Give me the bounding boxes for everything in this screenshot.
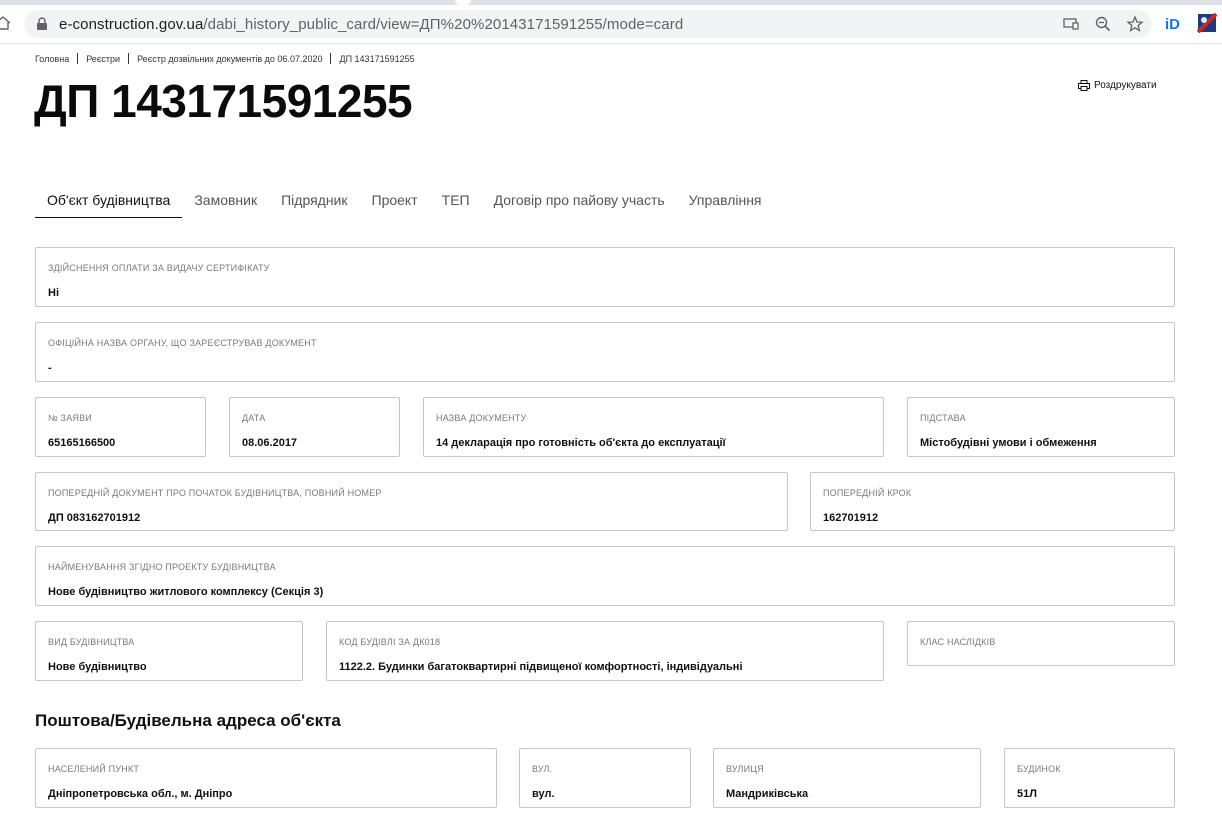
field-label: Населений пункт bbox=[48, 764, 140, 774]
field-label: Найменування згідно проекту будівництва bbox=[48, 562, 276, 572]
address-bar[interactable]: e-construction.gov.ua/dabi_history_publi… bbox=[24, 10, 1152, 38]
lock-icon[interactable] bbox=[36, 17, 48, 31]
tab-bar: Об'єкт будівництва Замовник Підрядник Пр… bbox=[35, 187, 774, 218]
breadcrumb-separator bbox=[77, 53, 79, 64]
home-icon[interactable] bbox=[0, 14, 12, 32]
field-document-name: Назва документу 14 декларація про готовн… bbox=[423, 397, 884, 457]
field-authority: Офіційна назва органу, що зареєстрував д… bbox=[35, 322, 1175, 382]
field-date: Дата 08.06.2017 bbox=[229, 397, 400, 457]
field-label: Підстава bbox=[920, 413, 966, 423]
cast-icon[interactable] bbox=[1062, 15, 1080, 33]
field-street-type: Вул. вул. bbox=[519, 748, 691, 808]
field-settlement: Населений пункт Дніпропетровська обл., м… bbox=[35, 748, 497, 808]
field-label: Попередній документ про початок будівниц… bbox=[48, 488, 382, 498]
field-value: Дніпропетровська обл., м. Дніпро bbox=[48, 788, 233, 800]
print-label: Роздрукувати bbox=[1094, 80, 1157, 91]
extension-id-icon[interactable]: iD bbox=[1165, 13, 1185, 33]
url-text[interactable]: e-construction.gov.ua/dabi_history_publi… bbox=[59, 16, 683, 33]
tab-share-agreement[interactable]: Договір про пайову участь bbox=[482, 187, 677, 218]
field-value: 162701912 bbox=[823, 512, 879, 524]
field-label: Код будівлі за ДК018 bbox=[339, 637, 441, 647]
field-label: Назва документу bbox=[436, 413, 527, 423]
field-label: Вулиця bbox=[726, 764, 764, 774]
breadcrumb-separator bbox=[330, 53, 332, 64]
breadcrumb-permit-registry[interactable]: Реєстр дозвільних документів до 06.07.20… bbox=[137, 54, 322, 64]
field-value: 65165166500 bbox=[48, 437, 116, 449]
printer-icon bbox=[1078, 80, 1090, 91]
extension-avatar-icon[interactable] bbox=[1196, 12, 1218, 34]
page-title: ДП 143171591255 bbox=[34, 75, 413, 127]
url-host: e-construction.gov.ua bbox=[59, 16, 204, 33]
field-application-number: № заяви 65165166500 bbox=[35, 397, 206, 457]
field-label: Будинок bbox=[1017, 764, 1061, 774]
field-value: 1122.2. Будинки багатоквартирні підвищен… bbox=[339, 661, 743, 673]
breadcrumb-home[interactable]: Головна bbox=[35, 54, 69, 64]
field-construction-type: Вид будівництва Нове будівництво bbox=[35, 621, 303, 681]
field-label: Дата bbox=[242, 413, 266, 423]
breadcrumb-current: ДП 143171591255 bbox=[339, 53, 415, 64]
field-previous-document: Попередній документ про початок будівниц… bbox=[35, 472, 788, 531]
field-value: 51Л bbox=[1017, 788, 1037, 800]
field-payment: Здійснення оплати за видачу сертифікату … bbox=[35, 247, 1175, 307]
tab-management[interactable]: Управління bbox=[677, 187, 774, 218]
field-basis: Підстава Містобудівні умови і обмеження bbox=[907, 397, 1175, 457]
print-button[interactable]: Роздрукувати bbox=[1078, 80, 1157, 91]
tab-project[interactable]: Проект bbox=[360, 187, 430, 218]
field-label: Здійснення оплати за видачу сертифікату bbox=[48, 263, 270, 273]
field-value: вул. bbox=[532, 788, 555, 800]
field-value: Містобудівні умови і обмеження bbox=[920, 437, 1097, 449]
address-section-title: Поштова/Будівельна адреса об'єкта bbox=[35, 711, 341, 730]
field-dk018-code: Код будівлі за ДК018 1122.2. Будинки баг… bbox=[326, 621, 884, 681]
field-previous-step: Попередній крок 162701912 bbox=[810, 472, 1175, 531]
tab-contractor[interactable]: Підрядник bbox=[269, 187, 359, 218]
field-value: 14 декларація про готовність об'єкта до … bbox=[436, 437, 726, 449]
field-label: Попередній крок bbox=[823, 488, 912, 498]
field-value: Ні bbox=[48, 287, 59, 299]
field-value: 08.06.2017 bbox=[242, 437, 298, 449]
field-value: Мандриківська bbox=[726, 788, 809, 800]
field-value: Нове будівництво житлового комплексу (Се… bbox=[48, 586, 324, 598]
field-project-name: Найменування згідно проекту будівництва … bbox=[35, 546, 1175, 606]
url-path: /dabi_history_public_card/view=ДП%20%201… bbox=[203, 16, 684, 33]
field-value: - bbox=[48, 362, 52, 374]
zoom-icon[interactable] bbox=[1094, 15, 1112, 33]
field-label: Вул. bbox=[532, 764, 553, 774]
field-label: Клас наслідків bbox=[920, 637, 996, 647]
breadcrumb: Головна Реєстри Реєстр дозвільних докуме… bbox=[35, 53, 415, 64]
field-label: № заяви bbox=[48, 413, 92, 423]
tab-tep[interactable]: ТЕП bbox=[430, 187, 482, 218]
tab-customer[interactable]: Замовник bbox=[182, 187, 269, 218]
breadcrumb-registries[interactable]: Реєстри bbox=[86, 54, 120, 64]
tab-strip bbox=[0, 0, 1222, 5]
browser-toolbar: e-construction.gov.ua/dabi_history_publi… bbox=[0, 0, 1222, 44]
tab-construction-object[interactable]: Об'єкт будівництва bbox=[35, 187, 183, 218]
field-consequence-class: Клас наслідків bbox=[907, 621, 1175, 666]
svg-text:iD: iD bbox=[1165, 16, 1180, 33]
bookmark-star-icon[interactable] bbox=[1126, 15, 1144, 33]
field-building: Будинок 51Л bbox=[1004, 748, 1175, 808]
field-value: ДП 083162701912 bbox=[48, 512, 141, 524]
field-label: Офіційна назва органу, що зареєстрував д… bbox=[48, 338, 317, 348]
breadcrumb-separator bbox=[128, 53, 130, 64]
field-value: Нове будівництво bbox=[48, 661, 147, 673]
field-street: Вулиця Мандриківська bbox=[713, 748, 981, 808]
field-label: Вид будівництва bbox=[48, 637, 135, 647]
